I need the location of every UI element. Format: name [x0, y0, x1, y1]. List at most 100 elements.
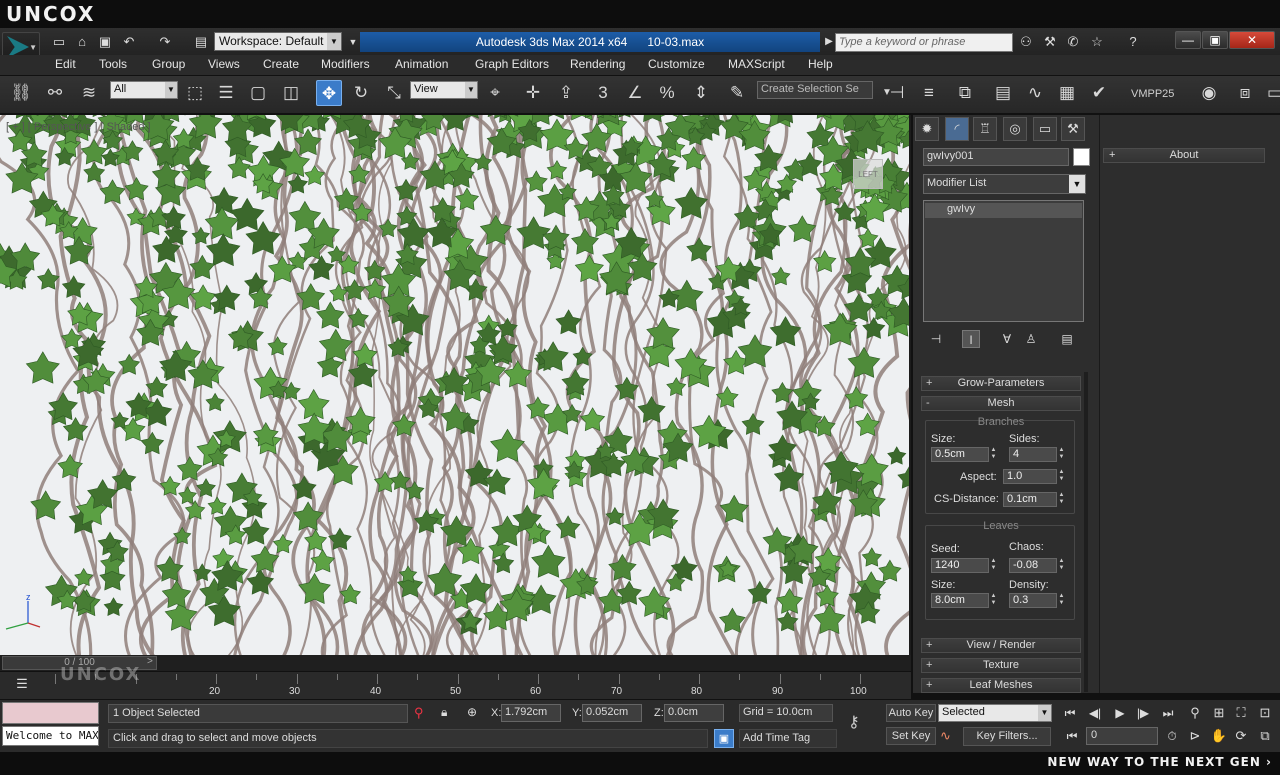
- pivot-center-icon[interactable]: ⌖: [482, 80, 508, 106]
- next-frame-icon[interactable]: |▶: [1133, 704, 1153, 722]
- current-frame-field[interactable]: 0: [1086, 727, 1158, 745]
- go-to-start-icon[interactable]: ⏮: [1060, 704, 1080, 722]
- spinner-arrows-icon[interactable]: ▲ ▼: [1057, 593, 1066, 608]
- rendered-frame-window-icon[interactable]: ⧈: [1232, 80, 1258, 106]
- menu-create[interactable]: Create: [263, 57, 299, 71]
- reference-coordinate-dropdown[interactable]: View ▼: [410, 81, 478, 99]
- communication-icon[interactable]: ✆: [1064, 33, 1082, 51]
- workspace-dropdown[interactable]: Workspace: Default ▼: [214, 32, 342, 51]
- binoculars-icon[interactable]: ⚇: [1017, 33, 1035, 51]
- menu-help[interactable]: Help: [808, 57, 833, 71]
- select-and-scale-icon[interactable]: ⤡: [381, 80, 407, 106]
- key-filters-button[interactable]: Key Filters...: [963, 727, 1051, 746]
- maxscript-mini-listener[interactable]: Welcome to MAXScript: [2, 726, 99, 746]
- selection-filter-dropdown[interactable]: All ▼: [110, 81, 178, 99]
- zoom-extents-all-icon[interactable]: ⊡: [1256, 704, 1274, 722]
- field-of-view-icon[interactable]: ⊳: [1186, 727, 1204, 745]
- select-manipulate-icon[interactable]: ✛: [520, 80, 546, 106]
- spinner-arrows-icon[interactable]: ▲ ▼: [1057, 492, 1066, 507]
- open-file-icon[interactable]: ⌂: [73, 33, 91, 51]
- utilities-tab-icon[interactable]: ⚒: [1061, 117, 1085, 141]
- selection-lock-icon[interactable]: 🔒︎: [441, 705, 447, 720]
- modifier-list-dropdown[interactable]: Modifier List ▼: [923, 174, 1086, 194]
- window-crossing-icon[interactable]: ◫: [278, 80, 304, 106]
- rollout-grow-parameters[interactable]: + Grow-Parameters: [921, 376, 1081, 391]
- previous-frame-icon[interactable]: ◀|: [1085, 704, 1105, 722]
- render-production-icon[interactable]: ▭: [1262, 80, 1280, 106]
- rollout-texture[interactable]: + Texture: [921, 658, 1081, 673]
- key-mode-curve-icon[interactable]: ∿: [940, 728, 951, 744]
- spinner-arrows-icon[interactable]: ▲ ▼: [1057, 469, 1066, 484]
- rollout-scrollbar[interactable]: [1084, 372, 1088, 692]
- key-icon[interactable]: ⚷: [848, 712, 860, 732]
- favorites-star-icon[interactable]: ☆: [1088, 33, 1106, 51]
- maximize-button[interactable]: ▣: [1202, 31, 1228, 49]
- menu-customize[interactable]: Customize: [648, 57, 705, 71]
- spinner-arrows-icon[interactable]: ▲ ▼: [989, 447, 998, 462]
- zoom-all-icon[interactable]: ⊞: [1210, 704, 1228, 722]
- named-selection-set-field[interactable]: Create Selection Se: [757, 81, 873, 99]
- menu-rendering[interactable]: Rendering: [570, 57, 625, 71]
- time-slider-next-icon[interactable]: >: [147, 656, 153, 667]
- zoom-icon[interactable]: ⚲: [1186, 704, 1204, 722]
- pan-view-icon[interactable]: ✋: [1210, 727, 1228, 745]
- cs-distance-spinner[interactable]: 0.1cm ▲ ▼: [1003, 492, 1064, 507]
- go-to-end-icon[interactable]: ⏭: [1158, 704, 1178, 722]
- layer-manager-icon[interactable]: ⧉: [952, 80, 978, 106]
- keyboard-shortcut-override-icon[interactable]: ⇪: [553, 80, 579, 106]
- menu-graph-editors[interactable]: Graph Editors: [475, 57, 549, 71]
- angle-snap-icon[interactable]: ∠: [622, 80, 648, 106]
- show-end-result-icon[interactable]: I: [962, 330, 980, 348]
- material-editor-icon[interactable]: ✔: [1086, 80, 1112, 106]
- schematic-view-icon[interactable]: ▦: [1054, 80, 1080, 106]
- hierarchy-tab-icon[interactable]: ♖: [973, 117, 997, 141]
- bind-space-warp-icon[interactable]: ≋: [76, 80, 102, 106]
- play-icon[interactable]: ▶: [1110, 704, 1130, 722]
- perspective-viewport[interactable]: [ + ] [ Perspective ] [ Shaded ] LEFT z: [0, 115, 911, 655]
- add-time-tag[interactable]: Add Time Tag: [739, 729, 837, 748]
- select-by-name-icon[interactable]: ☰: [213, 80, 239, 106]
- chaos-spinner[interactable]: -0.08 ▲ ▼: [1009, 558, 1064, 573]
- menu-group[interactable]: Group: [152, 57, 185, 71]
- select-and-move-icon[interactable]: ✥: [316, 80, 342, 106]
- spinner-arrows-icon[interactable]: ▲ ▼: [989, 558, 998, 573]
- key-selection-dropdown[interactable]: Selected ▼: [938, 704, 1052, 722]
- menu-views[interactable]: Views: [208, 57, 240, 71]
- select-object-icon[interactable]: ⬚: [182, 80, 208, 106]
- percent-snap-icon[interactable]: %: [654, 80, 680, 106]
- spinner-snap-icon[interactable]: ⇕: [688, 80, 714, 106]
- menu-edit[interactable]: Edit: [55, 57, 76, 71]
- render-setup-icon[interactable]: ◉: [1196, 80, 1222, 106]
- select-and-rotate-icon[interactable]: ↻: [348, 80, 374, 106]
- unlink-icon[interactable]: ⚯: [42, 80, 68, 106]
- subscription-icon[interactable]: ⚒: [1041, 33, 1059, 51]
- help-icon[interactable]: ?: [1124, 33, 1142, 51]
- undo-icon[interactable]: ↶: [120, 33, 138, 51]
- mini-curve-editor-icon[interactable]: ☰: [12, 676, 32, 694]
- align-icon[interactable]: ≡: [916, 80, 942, 106]
- rollout-about[interactable]: + About: [1103, 148, 1265, 163]
- save-file-icon[interactable]: ▣: [96, 33, 114, 51]
- make-unique-icon[interactable]: ∀: [998, 330, 1016, 348]
- branch-sides-spinner[interactable]: 4 ▲ ▼: [1009, 447, 1064, 462]
- stack-entry-gwivy[interactable]: gwIvy: [925, 203, 1082, 218]
- project-folder-icon[interactable]: ▤: [192, 33, 210, 51]
- absolute-mode-icon[interactable]: ⊕: [467, 705, 477, 719]
- snaps-toggle-icon[interactable]: 3: [590, 80, 616, 106]
- minimize-button[interactable]: —: [1175, 31, 1201, 49]
- time-configuration-icon[interactable]: ⏱: [1162, 727, 1182, 745]
- edit-named-selection-icon[interactable]: ✎: [724, 80, 750, 106]
- menu-animation[interactable]: Animation: [395, 57, 448, 71]
- z-coord-field[interactable]: 0.0cm: [664, 704, 724, 722]
- curve-editor-icon[interactable]: ∿: [1022, 80, 1048, 106]
- auto-key-button[interactable]: Auto Key: [886, 704, 936, 722]
- x-coord-field[interactable]: 1.792cm: [501, 704, 561, 722]
- motion-tab-icon[interactable]: ◎: [1003, 117, 1027, 141]
- aspect-spinner[interactable]: 1.0 ▲ ▼: [1003, 469, 1064, 484]
- spinner-arrows-icon[interactable]: ▲ ▼: [1057, 558, 1066, 573]
- adaptive-degradation-icon[interactable]: ▣: [714, 729, 734, 748]
- leaf-size-spinner[interactable]: 8.0cm ▲ ▼: [931, 593, 996, 608]
- configure-modifier-sets-icon[interactable]: ▤: [1058, 330, 1076, 348]
- maxscript-listener-output[interactable]: [2, 702, 99, 724]
- seed-spinner[interactable]: 1240 ▲ ▼: [931, 558, 996, 573]
